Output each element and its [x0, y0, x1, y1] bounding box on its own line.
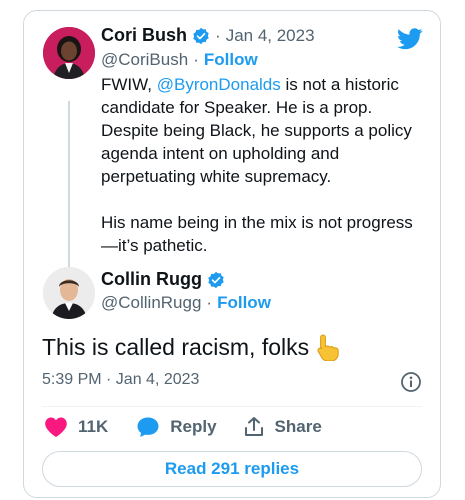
main-handle-row: @CollinRugg · Follow: [101, 293, 271, 313]
share-icon: [244, 417, 263, 436]
text-paragraph-2: His name being in the mix is not progres…: [101, 213, 413, 255]
heart-icon: [45, 417, 67, 437]
reply-label: Reply: [170, 417, 217, 436]
thread-connector-line: [68, 101, 70, 271]
share-button[interactable]: Share: [243, 416, 322, 438]
like-count: 11K: [78, 417, 109, 436]
share-label: Share: [274, 417, 322, 436]
reply-button[interactable]: Reply: [136, 416, 217, 438]
reply-bubble-icon: [137, 417, 159, 437]
info-icon[interactable]: [400, 371, 422, 393]
follow-button[interactable]: Follow: [204, 50, 258, 70]
avatar-cori-bush[interactable]: [43, 27, 95, 79]
avatar-portrait-icon: [43, 267, 95, 319]
mention-link[interactable]: @ByronDonalds: [157, 75, 281, 94]
author-handle[interactable]: @CoriBush: [101, 50, 188, 70]
parent-handle-row: @CoriBush · Follow: [101, 50, 258, 70]
main-tweet-text: This is called racism, folks: [42, 333, 310, 360]
author-name[interactable]: Cori Bush: [101, 25, 187, 46]
read-replies-label: Read 291 replies: [164, 459, 300, 478]
author-name[interactable]: Collin Rugg: [101, 269, 202, 290]
main-tweet-text-row: This is called racism, folks: [42, 333, 341, 361]
separator: ·: [193, 50, 199, 69]
divider: [42, 406, 422, 407]
follow-button[interactable]: Follow: [217, 293, 271, 313]
parent-tweet-text: FWIW, @ByronDonalds is not a historic ca…: [101, 73, 426, 257]
avatar-collin-rugg[interactable]: [43, 267, 95, 319]
pointing-hand-emoji: [317, 334, 339, 361]
separator: ·: [215, 25, 221, 45]
like-button[interactable]: 11K: [44, 416, 108, 438]
avatar-portrait-icon: [43, 27, 95, 79]
read-replies-button[interactable]: Read 291 replies: [42, 451, 422, 487]
tweet-timestamp[interactable]: 5:39 PM · Jan 4, 2023: [42, 371, 199, 389]
twitter-bird-icon[interactable]: [397, 28, 423, 50]
main-tweet-header: Collin Rugg: [101, 269, 225, 290]
verified-badge-icon: [193, 27, 209, 44]
separator: ·: [206, 293, 213, 312]
tweet-date[interactable]: Jan 4, 2023: [226, 26, 315, 46]
author-handle[interactable]: @CollinRugg: [101, 293, 201, 313]
parent-tweet-header: Cori Bush · Jan 4, 2023: [101, 25, 315, 46]
text-prefix: FWIW,: [101, 75, 157, 94]
action-row: 11K Reply Share: [44, 416, 322, 438]
verified-badge-icon: [208, 271, 224, 288]
tweet-embed-card: Cori Bush · Jan 4, 2023 @CoriBush · Foll…: [23, 10, 441, 498]
